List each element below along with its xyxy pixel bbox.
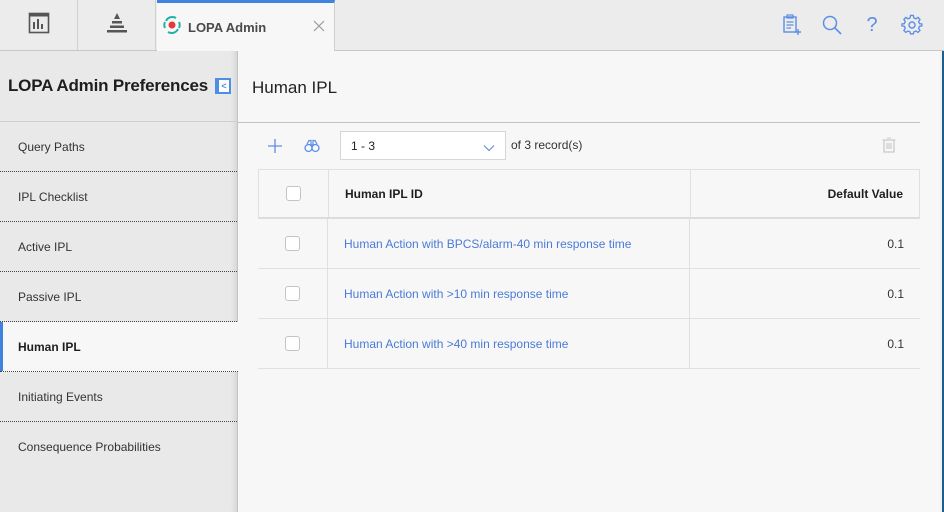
default-value-cell: 0.1 xyxy=(887,336,904,351)
sidebar-item-ipl-checklist[interactable]: IPL Checklist xyxy=(0,172,237,222)
sidebar-title: LOPA Admin Preferences xyxy=(8,76,208,95)
chevron-down-icon xyxy=(483,141,495,155)
row-checkbox[interactable] xyxy=(285,236,300,251)
close-icon[interactable] xyxy=(312,19,326,33)
sidebar-item-passive-ipl[interactable]: Passive IPL xyxy=(0,272,237,322)
lopa-admin-icon xyxy=(162,15,182,40)
record-range-value: 1 - 3 xyxy=(351,138,376,153)
table-row: Human Action with >40 min response time … xyxy=(258,319,920,369)
binoculars-icon[interactable] xyxy=(303,137,321,155)
human-ipl-link[interactable]: Human Action with >10 min response time xyxy=(344,287,568,301)
sidebar-header: LOPA Admin Preferences < xyxy=(0,51,237,122)
row-checkbox[interactable] xyxy=(285,336,300,351)
human-ipl-id-cell: Human Action with BPCS/alarm-40 min resp… xyxy=(328,219,690,268)
sidebar-item-label: Passive IPL xyxy=(18,289,82,304)
trash-icon[interactable] xyxy=(882,137,896,158)
row-checkbox-cell xyxy=(258,269,328,318)
human-ipl-grid: Human IPL ID Default Value Human Action … xyxy=(258,169,920,369)
collapse-sidebar-button[interactable]: < xyxy=(215,78,231,94)
search-icon[interactable] xyxy=(820,13,844,37)
human-ipl-id-cell: Human Action with >40 min response time xyxy=(328,319,690,368)
sidebar-item-label: IPL Checklist xyxy=(18,189,88,204)
sidebar-item-consequence-probabilities[interactable]: Consequence Probabilities xyxy=(0,422,237,472)
dashboard-button[interactable] xyxy=(0,0,78,50)
human-ipl-link[interactable]: Human Action with >40 min response time xyxy=(344,337,568,351)
main-content: Human IPL 1 - 3 of 3 record(s) Human IPL… xyxy=(238,51,940,512)
table-row: Human Action with >10 min response time … xyxy=(258,269,920,319)
plus-icon[interactable] xyxy=(266,137,284,155)
human-ipl-link[interactable]: Human Action with BPCS/alarm-40 min resp… xyxy=(344,237,631,251)
header-checkbox-cell xyxy=(259,170,329,217)
grid-toolbar: 1 - 3 of 3 record(s) xyxy=(238,131,920,161)
human-ipl-id-cell: Human Action with >10 min response time xyxy=(328,269,690,318)
default-value-cell: 0.1 xyxy=(887,236,904,251)
dashboard-icon xyxy=(28,12,50,39)
row-checkbox[interactable] xyxy=(285,286,300,301)
sidebar-item-label: Consequence Probabilities xyxy=(18,440,161,454)
sidebar: LOPA Admin Preferences < Query Paths IPL… xyxy=(0,51,238,512)
top-actions: ? xyxy=(780,13,924,37)
sidebar-item-initiating-events[interactable]: Initiating Events xyxy=(0,372,237,422)
column-header-default-value[interactable]: Default Value xyxy=(691,170,919,217)
sidebar-item-label: Query Paths xyxy=(18,139,85,154)
window-edge xyxy=(940,51,944,512)
record-range-select[interactable]: 1 - 3 xyxy=(340,131,506,160)
clipboard-add-icon[interactable] xyxy=(780,13,804,37)
sidebar-item-label: Active IPL xyxy=(18,239,73,254)
sidebar-item-human-ipl[interactable]: Human IPL xyxy=(0,322,238,372)
tab-title: LOPA Admin xyxy=(188,19,267,35)
sidebar-item-label: Initiating Events xyxy=(18,389,103,404)
gear-icon[interactable] xyxy=(900,13,924,37)
tab-lopa-admin[interactable]: LOPA Admin xyxy=(157,0,335,51)
table-row: Human Action with BPCS/alarm-40 min resp… xyxy=(258,219,920,269)
page-title: Human IPL xyxy=(252,78,338,97)
sidebar-item-active-ipl[interactable]: Active IPL xyxy=(0,222,237,272)
row-checkbox-cell xyxy=(258,219,328,268)
select-all-checkbox[interactable] xyxy=(286,186,301,201)
divider xyxy=(238,122,920,123)
row-checkbox-cell xyxy=(258,319,328,368)
sidebar-item-label: Human IPL xyxy=(18,339,81,354)
default-value-cell: 0.1 xyxy=(887,286,904,301)
column-header-human-ipl-id[interactable]: Human IPL ID xyxy=(329,170,691,217)
sidebar-item-query-paths[interactable]: Query Paths xyxy=(0,122,237,172)
record-count: of 3 record(s) xyxy=(511,138,583,152)
help-icon[interactable]: ? xyxy=(860,13,884,37)
lopa-button[interactable] xyxy=(78,0,156,50)
lopa-pyramid-icon xyxy=(105,12,129,39)
top-bar: LOPA Admin ? xyxy=(0,0,944,51)
grid-header-row: Human IPL ID Default Value xyxy=(258,169,920,219)
